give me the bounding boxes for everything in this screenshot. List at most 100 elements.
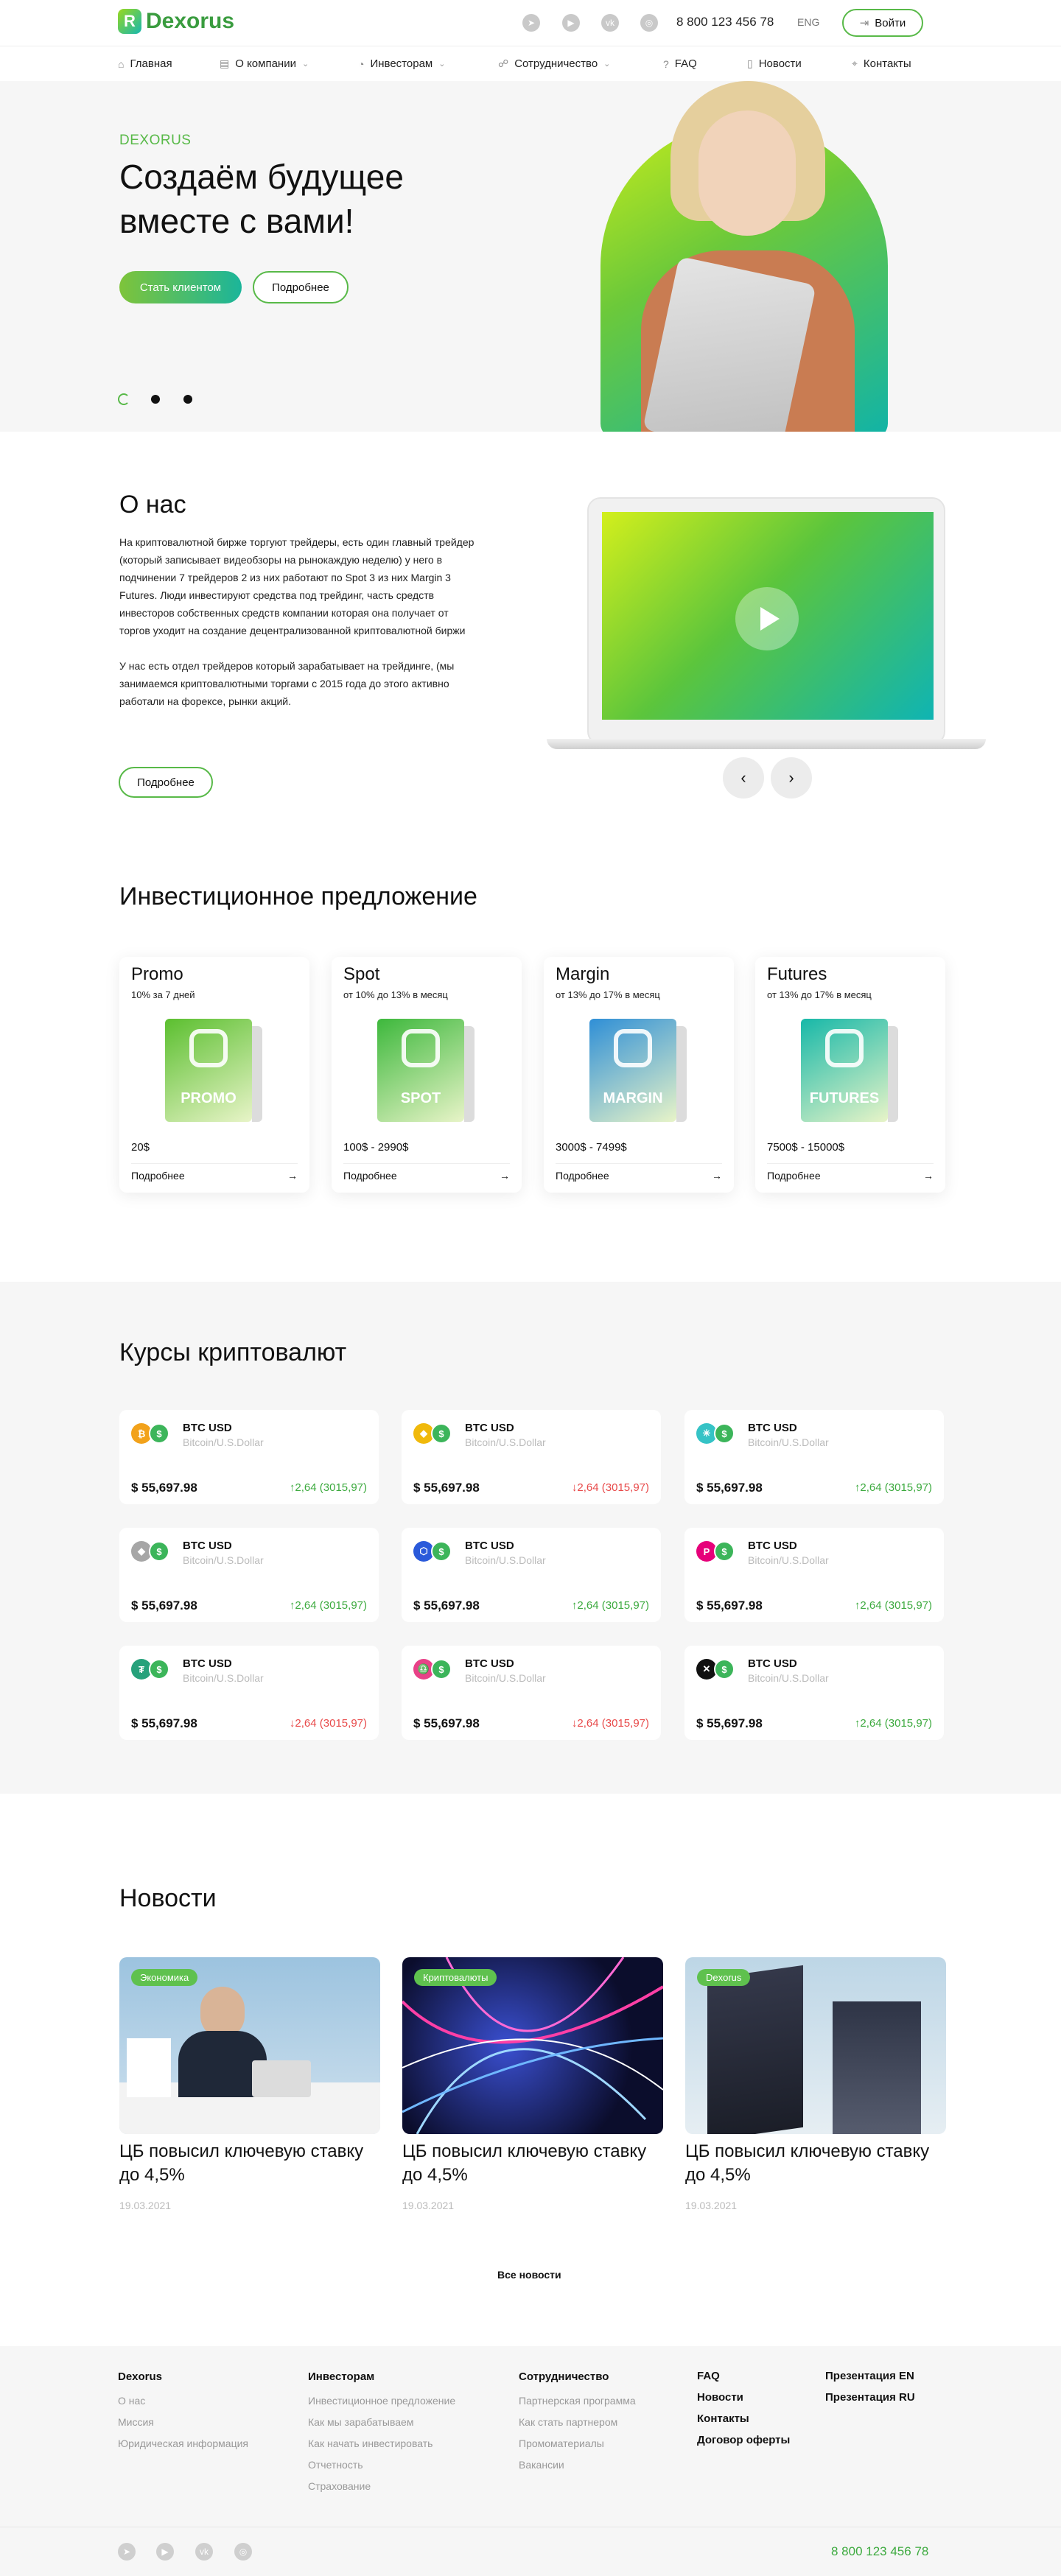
invest-card[interactable]: Futures от 13% до 17% в месяц FUTURES 75… [755, 957, 945, 1193]
card-price: 7500$ - 15000$ [767, 1141, 845, 1154]
footer-link[interactable]: Как стать партнером [519, 2412, 636, 2433]
slide-dot[interactable] [183, 395, 192, 404]
youtube-icon[interactable]: ▶ [562, 14, 580, 32]
card-price: 3000$ - 7499$ [556, 1141, 627, 1154]
play-button[interactable] [735, 587, 799, 650]
footer-link[interactable]: Как начать инвестировать [308, 2433, 455, 2454]
login-button[interactable]: ⇥ Войти [842, 9, 923, 37]
crypto-card[interactable]: ♎ $ BTC USD Bitcoin/U.S.Dollar $ 55,697.… [402, 1646, 661, 1740]
crypto-card[interactable]: ✳ $ BTC USD Bitcoin/U.S.Dollar $ 55,697.… [684, 1410, 944, 1504]
footer-col-misc: FAQ Новости Контакты Договор оферты [697, 2370, 790, 2451]
crypto-desc: Bitcoin/U.S.Dollar [748, 1672, 829, 1684]
crypto-card[interactable]: ₮ $ BTC USD Bitcoin/U.S.Dollar $ 55,697.… [119, 1646, 379, 1740]
footer-phone[interactable]: 8 800 123 456 78 [831, 2544, 928, 2559]
card-more-link[interactable]: Подробнее → [131, 1163, 298, 1187]
all-news-link[interactable]: Все новости [497, 2269, 561, 2281]
footer-link[interactable]: Презентация RU [825, 2387, 915, 2408]
crypto-pair: BTC USD [748, 1540, 797, 1552]
card-more-link[interactable]: Подробнее → [556, 1163, 722, 1187]
next-arrow-button[interactable]: › [771, 757, 812, 799]
prev-arrow-button[interactable]: ‹ [723, 757, 764, 799]
dollar-icon: $ [431, 1659, 452, 1680]
language-switch[interactable]: ENG [797, 16, 819, 28]
chevron-down-icon: ⌄ [603, 60, 611, 69]
header-phone[interactable]: 8 800 123 456 78 [676, 15, 774, 29]
news-headline[interactable]: ЦБ повысил ключевую ставку до 4,5% [119, 2140, 370, 2187]
brand-logo[interactable]: R Dexorus [118, 9, 234, 34]
card-title: Margin [556, 964, 610, 984]
crypto-desc: Bitcoin/U.S.Dollar [465, 1554, 546, 1566]
hero-person-face [698, 110, 796, 236]
footer-link[interactable]: О нас [118, 2390, 248, 2412]
crypto-pair: BTC USD [465, 1422, 514, 1434]
card-price: 20$ [131, 1141, 150, 1154]
nav-item-home[interactable]: ⌂ Главная [118, 57, 172, 70]
crypto-change: ↑2,64 (3015,97) [854, 1717, 932, 1730]
footer-link[interactable]: Миссия [118, 2412, 248, 2433]
slide-dot[interactable] [151, 395, 160, 404]
dollar-icon: $ [149, 1659, 169, 1680]
instagram-icon[interactable]: ◎ [234, 2543, 252, 2561]
footer-link[interactable]: Юридическая информация [118, 2433, 248, 2454]
footer-link[interactable]: Презентация EN [825, 2365, 915, 2387]
nav-item-news[interactable]: ▯ Новости [747, 57, 802, 70]
news-headline[interactable]: ЦБ повысил ключевую ставку до 4,5% [685, 2140, 936, 2187]
crypto-card[interactable]: ₿ $ BTC USD Bitcoin/U.S.Dollar $ 55,697.… [119, 1410, 379, 1504]
news-image[interactable]: Экономика [119, 1957, 380, 2134]
crypto-change: ↓2,64 (3015,97) [571, 1717, 649, 1730]
crypto-card[interactable]: ◆ $ BTC USD Bitcoin/U.S.Dollar $ 55,697.… [402, 1410, 661, 1504]
become-client-button[interactable]: Стать клиентом [119, 271, 242, 303]
telegram-icon[interactable]: ➤ [522, 14, 540, 32]
arrow-right-icon: → [712, 1169, 722, 1182]
news-image[interactable]: Dexorus [685, 1957, 946, 2134]
nav-item-about[interactable]: ▤ О компании ⌄ [220, 57, 309, 70]
news-image[interactable]: Криптовалюты [402, 1957, 663, 2134]
nav-item-faq[interactable]: ? FAQ [663, 57, 697, 70]
crypto-card[interactable]: ⬡ $ BTC USD Bitcoin/U.S.Dollar $ 55,697.… [402, 1528, 661, 1622]
crypto-card[interactable]: P $ BTC USD Bitcoin/U.S.Dollar $ 55,697.… [684, 1528, 944, 1622]
login-label: Войти [875, 16, 906, 29]
slide-dot-active[interactable] [118, 393, 130, 405]
footer-link[interactable]: Вакансии [519, 2454, 636, 2476]
nav-item-investors[interactable]: ◔ Инвесторам ⌄ [358, 57, 445, 70]
nav-item-partnership[interactable]: ☍ Сотрудничество ⌄ [498, 57, 610, 70]
card-more-link[interactable]: Подробнее → [343, 1163, 510, 1187]
hero-more-button[interactable]: Подробнее [253, 271, 349, 303]
about-more-button[interactable]: Подробнее [119, 767, 213, 798]
footer-link[interactable]: Промоматериалы [519, 2433, 636, 2454]
footer-col-company: Dexorus О нас Миссия Юридическая информа… [118, 2370, 248, 2454]
footer-link[interactable]: Новости [697, 2387, 790, 2408]
dollar-icon: $ [714, 1659, 735, 1680]
card-more-link[interactable]: Подробнее → [767, 1163, 934, 1187]
vk-icon[interactable]: vk [601, 14, 619, 32]
crypto-card[interactable]: ◆ $ BTC USD Bitcoin/U.S.Dollar $ 55,697.… [119, 1528, 379, 1622]
youtube-icon[interactable]: ▶ [156, 2543, 174, 2561]
invest-card[interactable]: Promo 10% за 7 дней PROMO 20$ Подробнее … [119, 957, 309, 1193]
product-box-image: MARGIN [589, 1019, 687, 1122]
news-badge[interactable]: Экономика [131, 1969, 198, 1986]
invest-card[interactable]: Margin от 13% до 17% в месяц MARGIN 3000… [544, 957, 734, 1193]
news-badge[interactable]: Dexorus [697, 1969, 751, 1986]
crypto-card[interactable]: ✕ $ BTC USD Bitcoin/U.S.Dollar $ 55,697.… [684, 1646, 944, 1740]
crypto-pair: BTC USD [183, 1657, 232, 1670]
footer-link[interactable]: Отчетность [308, 2454, 455, 2476]
footer-link[interactable]: Партнерская программа [519, 2390, 636, 2412]
footer-link[interactable]: Страхование [308, 2476, 455, 2497]
footer-link[interactable]: Как мы зарабатываем [308, 2412, 455, 2433]
footer-link[interactable]: Договор оферты [697, 2429, 790, 2451]
footer-heading: Инвесторам [308, 2370, 375, 2383]
invest-card[interactable]: Spot от 10% до 13% в месяц SPOT 100$ - 2… [332, 957, 522, 1193]
card-subtitle: 10% за 7 дней [131, 989, 195, 1000]
box-label: FUTURES [809, 1090, 880, 1106]
footer-link[interactable]: Контакты [697, 2408, 790, 2429]
footer-link[interactable]: Инвестиционное предложение [308, 2390, 455, 2412]
footer-heading: Сотрудничество [519, 2370, 609, 2383]
instagram-icon[interactable]: ◎ [640, 14, 658, 32]
footer-link[interactable]: FAQ [697, 2365, 790, 2387]
logo-icon [825, 1029, 864, 1067]
news-badge[interactable]: Криптовалюты [414, 1969, 497, 1986]
nav-item-contacts[interactable]: ⌖ Контакты [852, 57, 911, 70]
news-headline[interactable]: ЦБ повысил ключевую ставку до 4,5% [402, 2140, 653, 2187]
vk-icon[interactable]: vk [195, 2543, 213, 2561]
telegram-icon[interactable]: ➤ [118, 2543, 136, 2561]
